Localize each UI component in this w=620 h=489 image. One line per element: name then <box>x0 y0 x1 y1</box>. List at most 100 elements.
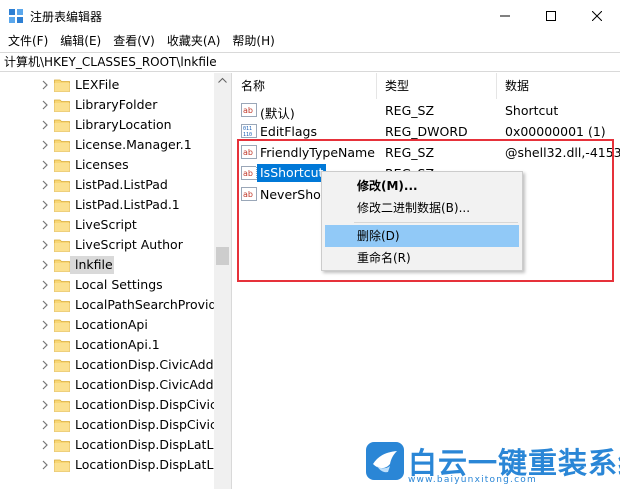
value-row[interactable]: ab (默认) REG_SZ Shortcut <box>233 100 620 121</box>
value-type: REG_SZ <box>385 145 435 160</box>
value-name[interactable]: EditFlags <box>260 124 317 139</box>
tree-item[interactable]: LocationDisp.DispLatLor <box>0 435 226 455</box>
tree-item[interactable]: LocationApi.1 <box>0 335 214 355</box>
tree-item[interactable]: LocationDisp.CivicAddre <box>0 355 226 375</box>
tree-item-label: LiveScript Author <box>75 237 183 252</box>
tree-item-label: lnkfile <box>75 257 113 272</box>
folder-icon <box>54 99 70 112</box>
folder-icon <box>54 359 70 372</box>
menu-edit[interactable]: 编辑(E) <box>54 32 107 51</box>
tree-item[interactable]: LibraryFolder <box>0 95 214 115</box>
expand-chevron-icon[interactable] <box>40 359 50 371</box>
menu-help[interactable]: 帮助(H) <box>226 32 280 51</box>
address-bar[interactable]: 计算机\HKEY_CLASSES_ROOT\lnkfile <box>0 52 620 72</box>
tree-item-label: LEXFile <box>75 77 120 92</box>
tree-item-label: LibraryLocation <box>75 117 172 132</box>
expand-chevron-icon[interactable] <box>40 199 50 211</box>
folder-icon <box>54 379 70 392</box>
tree-item-label: LiveScript <box>75 217 137 232</box>
expand-chevron-icon[interactable] <box>40 299 50 311</box>
tree-item-label: LocationDisp.DispLatLor <box>75 437 226 452</box>
ctx-separator <box>354 222 518 223</box>
ctx-modify[interactable]: 修改(M)... <box>325 175 519 197</box>
menu-file[interactable]: 文件(F) <box>0 32 54 51</box>
tree-item[interactable]: LocationDisp.CivicAddre <box>0 375 226 395</box>
column-header-type[interactable]: 类型 <box>377 73 497 99</box>
tree-item[interactable]: LEXFile <box>0 75 214 95</box>
folder-icon <box>54 139 70 152</box>
tree-item[interactable]: LocationDisp.DispCivicA <box>0 415 225 435</box>
expand-chevron-icon[interactable] <box>40 239 50 251</box>
expand-chevron-icon[interactable] <box>40 399 50 411</box>
expand-chevron-icon[interactable] <box>40 439 50 451</box>
expand-chevron-icon[interactable] <box>40 379 50 391</box>
minimize-button[interactable] <box>482 0 528 32</box>
expand-chevron-icon[interactable] <box>40 339 50 351</box>
tree-item-label: LocationDisp.DispLatLor <box>75 457 226 472</box>
ctx-rename[interactable]: 重命名(R) <box>325 247 519 269</box>
expand-chevron-icon[interactable] <box>40 259 50 271</box>
value-name[interactable]: (默认) <box>260 103 295 122</box>
minimize-icon <box>500 15 510 17</box>
menu-favorites[interactable]: 收藏夹(A) <box>161 32 227 51</box>
expand-chevron-icon[interactable] <box>40 159 50 171</box>
tree-item[interactable]: lnkfile <box>0 255 214 275</box>
scrollbar-thumb[interactable] <box>216 247 229 265</box>
expand-chevron-icon[interactable] <box>40 139 50 151</box>
folder-icon <box>54 399 70 412</box>
expand-chevron-icon[interactable] <box>40 319 50 331</box>
expand-chevron-icon[interactable] <box>40 119 50 131</box>
tree-scrollbar[interactable] <box>214 73 231 489</box>
tree-item-label: LocalPathSearchProvide <box>75 297 225 312</box>
tree-item[interactable]: LiveScript Author <box>0 235 214 255</box>
tree-item[interactable]: Licenses <box>0 155 214 175</box>
close-icon <box>592 11 602 21</box>
string-value-icon: ab <box>241 145 257 159</box>
value-name[interactable]: FriendlyTypeName <box>260 145 375 160</box>
expand-chevron-icon[interactable] <box>40 179 50 191</box>
value-name[interactable]: IsShortcut <box>255 163 328 183</box>
value-list-pane: 名称 类型 数据 ab (默认) REG_SZ Shortcut 011 110 EditF… <box>233 73 620 489</box>
folder-icon <box>54 239 70 252</box>
tree-item[interactable]: LocationDisp.DispLatLor <box>0 455 226 475</box>
tree-item-label: LibraryFolder <box>75 97 158 112</box>
folder-icon <box>54 219 70 232</box>
column-header-name[interactable]: 名称 <box>233 73 377 99</box>
tree-item[interactable]: ListPad.ListPad.1 <box>0 195 214 215</box>
tree-item[interactable]: License.Manager.1 <box>0 135 214 155</box>
tree-item[interactable]: LibraryLocation <box>0 115 214 135</box>
folder-icon <box>54 319 70 332</box>
expand-chevron-icon[interactable] <box>40 219 50 231</box>
expand-chevron-icon[interactable] <box>40 99 50 111</box>
svg-text:ab: ab <box>243 169 253 178</box>
value-data: @shell32.dll,-4153 <box>505 145 620 160</box>
menu-view[interactable]: 查看(V) <box>107 32 161 51</box>
tree-item[interactable]: LocalPathSearchProvide <box>0 295 224 315</box>
tree-item[interactable]: ListPad.ListPad <box>0 175 214 195</box>
tree-item-label: ListPad.ListPad <box>75 177 168 192</box>
menu-bar: 文件(F) 编辑(E) 查看(V) 收藏夹(A) 帮助(H) <box>0 32 620 51</box>
maximize-button[interactable] <box>528 0 574 32</box>
expand-chevron-icon[interactable] <box>40 279 50 291</box>
close-button[interactable] <box>574 0 620 32</box>
expand-chevron-icon[interactable] <box>40 419 50 431</box>
title-bar: 注册表编辑器 <box>0 0 620 32</box>
tree-item-label: LocationDisp.DispCivicA <box>75 397 226 412</box>
window-title: 注册表编辑器 <box>30 10 103 24</box>
tree-item[interactable]: Local Settings <box>0 275 214 295</box>
folder-icon <box>54 419 70 432</box>
scroll-up-arrow-icon[interactable] <box>218 77 227 83</box>
column-header-data[interactable]: 数据 <box>497 73 620 99</box>
folder-icon <box>54 119 70 132</box>
tree-item[interactable]: LiveScript <box>0 215 214 235</box>
expand-chevron-icon[interactable] <box>40 79 50 91</box>
ctx-modify-binary[interactable]: 修改二进制数据(B)... <box>325 197 519 219</box>
ctx-delete[interactable]: 删除(D) <box>325 225 519 247</box>
tree-item[interactable]: LocationDisp.DispCivicA <box>0 395 225 415</box>
folder-icon <box>54 459 70 472</box>
value-row[interactable]: ab FriendlyTypeName REG_SZ @shell32.dll,-41… <box>233 142 620 163</box>
tree-item-label: LocationDisp.CivicAddre <box>75 377 227 392</box>
expand-chevron-icon[interactable] <box>40 459 50 471</box>
tree-item[interactable]: LocationApi <box>0 315 214 335</box>
value-row[interactable]: 011 110 EditFlags REG_DWORD 0x00000001 (1) <box>233 121 620 142</box>
